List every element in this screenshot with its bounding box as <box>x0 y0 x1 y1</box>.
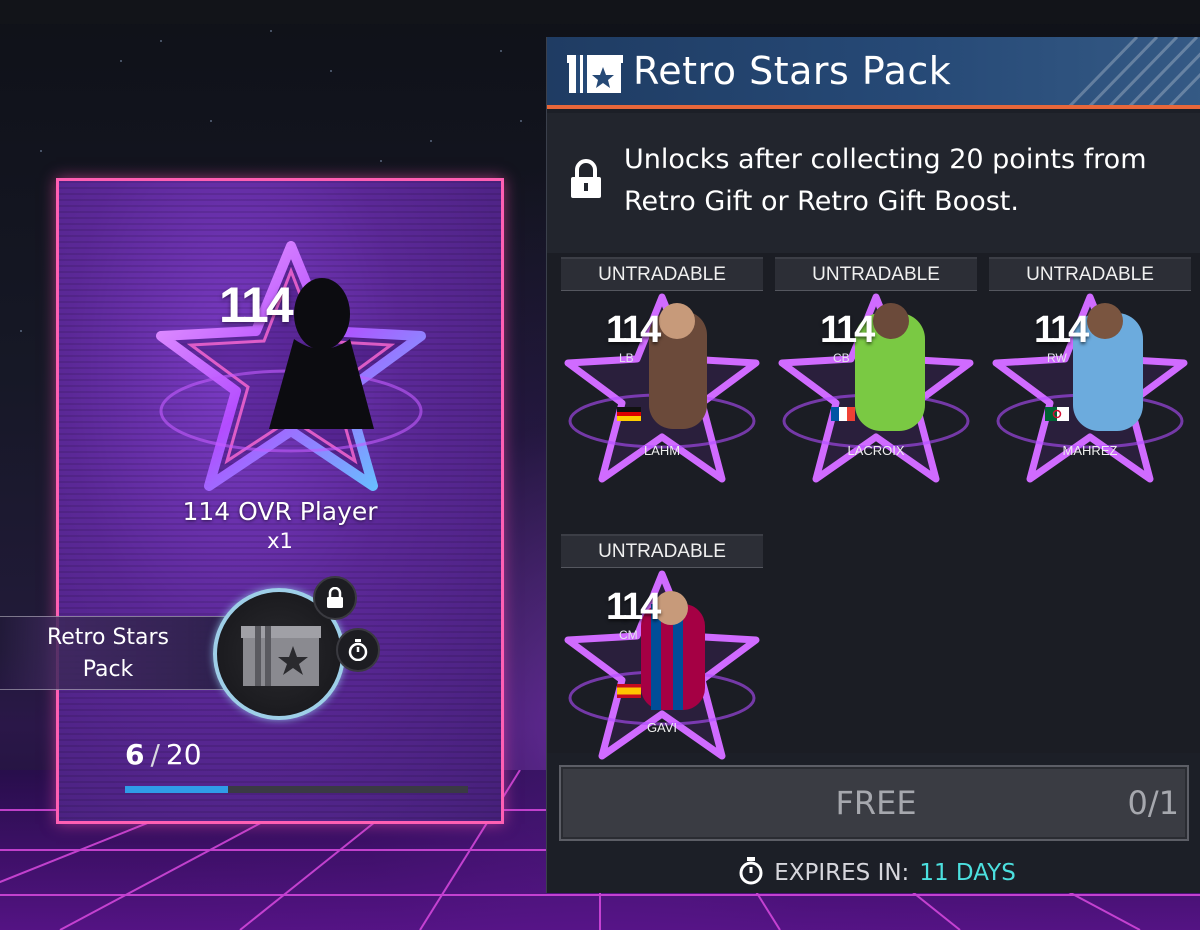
claim-limit: 0/1 <box>1127 784 1180 822</box>
reward-title: 114 OVR Player <box>182 497 378 526</box>
lock-icon <box>571 159 601 198</box>
reward-count: x1 <box>267 529 293 553</box>
unlock-requirement: Unlocks after collecting 20 points from … <box>547 113 1200 253</box>
player-card[interactable]: UNTRADABLE 114 RW MAHREZ <box>989 257 1191 489</box>
pack-box-icon <box>567 55 623 93</box>
reward-card[interactable]: 114 114 OVR Player x1 6/20 <box>56 178 504 824</box>
player-card[interactable]: UNTRADABLE 114 CM GAVI <box>561 534 763 766</box>
progress-bar-fill <box>125 786 228 793</box>
player-rating: 114 <box>606 309 661 351</box>
player-position: RW <box>1047 351 1067 365</box>
reward-rating: 114 <box>219 277 294 333</box>
locked-icon <box>313 576 357 620</box>
player-card[interactable]: UNTRADABLE 114 CB LACROIX <box>775 257 977 489</box>
progress-text: 6/20 <box>125 738 202 771</box>
player-position: CM <box>619 628 638 642</box>
free-claim-button[interactable]: FREE 0/1 <box>559 765 1189 841</box>
untradable-tag: UNTRADABLE <box>561 257 763 291</box>
progress-separator: / <box>150 738 160 771</box>
spain-flag-icon <box>617 684 641 698</box>
progress-total: 20 <box>165 738 202 771</box>
expires-value: 11 DAYS <box>919 860 1016 886</box>
pack-badge-line-1: Retro Stars <box>46 625 170 650</box>
progress-bar <box>125 786 468 793</box>
pack-badge-line-2: Pack <box>82 657 134 682</box>
pack-details-panel: Retro Stars Pack Unlocks after collectin… <box>546 37 1200 893</box>
player-name: GAVI <box>646 720 678 735</box>
top-bar <box>0 0 1200 24</box>
germany-flag-icon <box>617 407 641 421</box>
progress-current: 6 <box>125 738 145 771</box>
pack-box-icon <box>241 626 321 686</box>
panel-title: Retro Stars Pack <box>633 49 952 93</box>
player-list: UNTRADABLE 114 LB LAHM UNTRADABLE 114 CB… <box>547 253 1200 760</box>
untradable-tag: UNTRADABLE <box>561 534 763 568</box>
timer-icon <box>336 628 380 672</box>
player-position: LB <box>619 351 634 365</box>
unlock-text: Unlocks after collecting 20 points from … <box>624 144 1147 217</box>
player-card[interactable]: UNTRADABLE 114 LB LAHM <box>561 257 763 489</box>
pack-badge[interactable]: Retro Stars Pack <box>0 616 230 690</box>
untradable-tag: UNTRADABLE <box>989 257 1191 291</box>
pack-badge-label: Retro Stars Pack <box>0 622 216 686</box>
player-name: LACROIX <box>847 443 905 458</box>
panel-header: Retro Stars Pack <box>547 37 1200 109</box>
untradable-tag: UNTRADABLE <box>775 257 977 291</box>
player-rating: 114 <box>1034 309 1089 351</box>
expires-label: EXPIRES IN: <box>774 860 910 886</box>
player-position: CB <box>833 351 850 365</box>
free-label: FREE <box>835 784 917 822</box>
algeria-flag-icon <box>1045 407 1069 421</box>
expiry-info: EXPIRES IN: 11 DAYS <box>547 857 1200 886</box>
france-flag-icon <box>831 407 855 421</box>
player-name: MAHREZ <box>1062 443 1118 458</box>
player-name: LAHM <box>643 443 681 458</box>
player-rating: 114 <box>606 586 661 628</box>
player-rating: 114 <box>820 309 875 351</box>
stopwatch-icon <box>739 857 763 885</box>
